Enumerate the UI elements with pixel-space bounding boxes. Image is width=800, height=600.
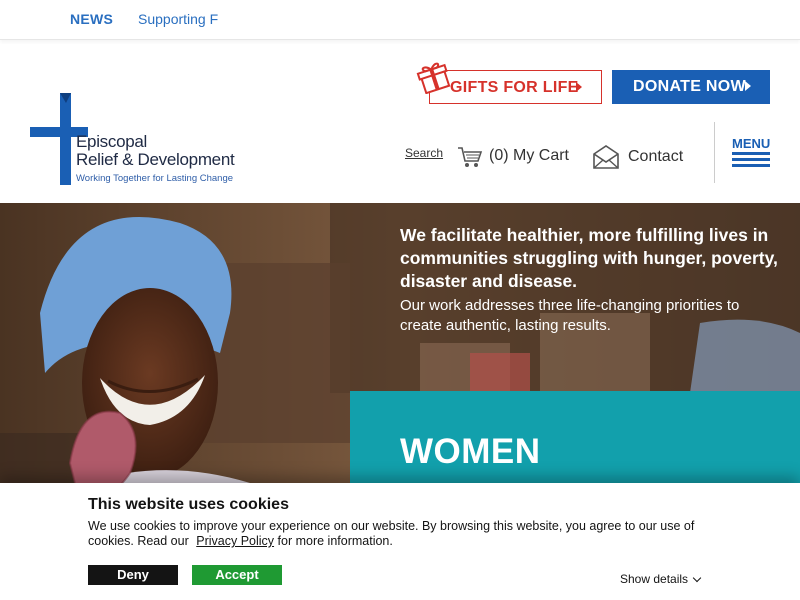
chevron-down-icon — [692, 573, 702, 583]
donate-now-button[interactable]: DONATE NOW — [612, 70, 770, 104]
envelope-icon — [593, 145, 619, 169]
deny-cookies-button[interactable]: Deny — [88, 565, 178, 585]
caret-right-icon — [745, 81, 751, 91]
accept-cookies-button[interactable]: Accept — [192, 565, 282, 585]
logo-tagline: Working Together for Lasting Change — [76, 173, 234, 184]
search-link[interactable]: Search — [405, 146, 443, 160]
cookie-banner: This website uses cookies We use cookies… — [0, 483, 800, 600]
site-logo[interactable]: Episcopal Relief & Development Working T… — [30, 93, 240, 188]
show-details-toggle[interactable]: Show details — [620, 572, 702, 586]
cookie-banner-text: We use cookies to improve your experienc… — [88, 519, 718, 549]
cart-label: (0) My Cart — [489, 147, 569, 164]
hero-title: We facilitate healthier, more fulfilling… — [400, 225, 778, 291]
contact-label: Contact — [628, 148, 684, 165]
site-header: Episcopal Relief & Development Working T… — [0, 44, 800, 203]
shopping-cart-icon — [458, 147, 483, 167]
gifts-for-life-button[interactable]: GIFTS FOR LIFE — [429, 70, 602, 104]
gifts-for-life-label: GIFTS FOR LIFE — [450, 79, 579, 96]
header-divider — [714, 122, 715, 183]
donate-now-label: DONATE NOW — [633, 78, 746, 95]
news-ticker-item[interactable]: Supporting Farmers — [138, 11, 218, 27]
privacy-policy-link[interactable]: Privacy Policy — [196, 534, 274, 548]
hero-subtitle: Our work addresses three life-changing p… — [400, 297, 740, 334]
caret-right-icon — [576, 82, 582, 92]
women-panel-title[interactable]: WOMEN — [400, 432, 541, 472]
hamburger-icon — [732, 158, 770, 161]
cookie-body-end: for more information. — [277, 534, 393, 548]
menu-label: MENU — [732, 136, 771, 151]
news-ticker: NEWS Supporting Farmers — [0, 0, 800, 40]
menu-button[interactable]: MENU — [732, 136, 772, 168]
hamburger-icon — [732, 164, 770, 167]
logo-wordmark-line2: Relief & Development — [76, 150, 235, 169]
gift-box-icon — [416, 62, 451, 94]
news-label[interactable]: NEWS — [70, 11, 113, 27]
cookie-banner-title: This website uses cookies — [88, 496, 289, 513]
hamburger-icon — [732, 152, 770, 155]
show-details-label: Show details — [620, 572, 689, 586]
logo-wordmark-line1: Episcopal — [76, 132, 148, 151]
